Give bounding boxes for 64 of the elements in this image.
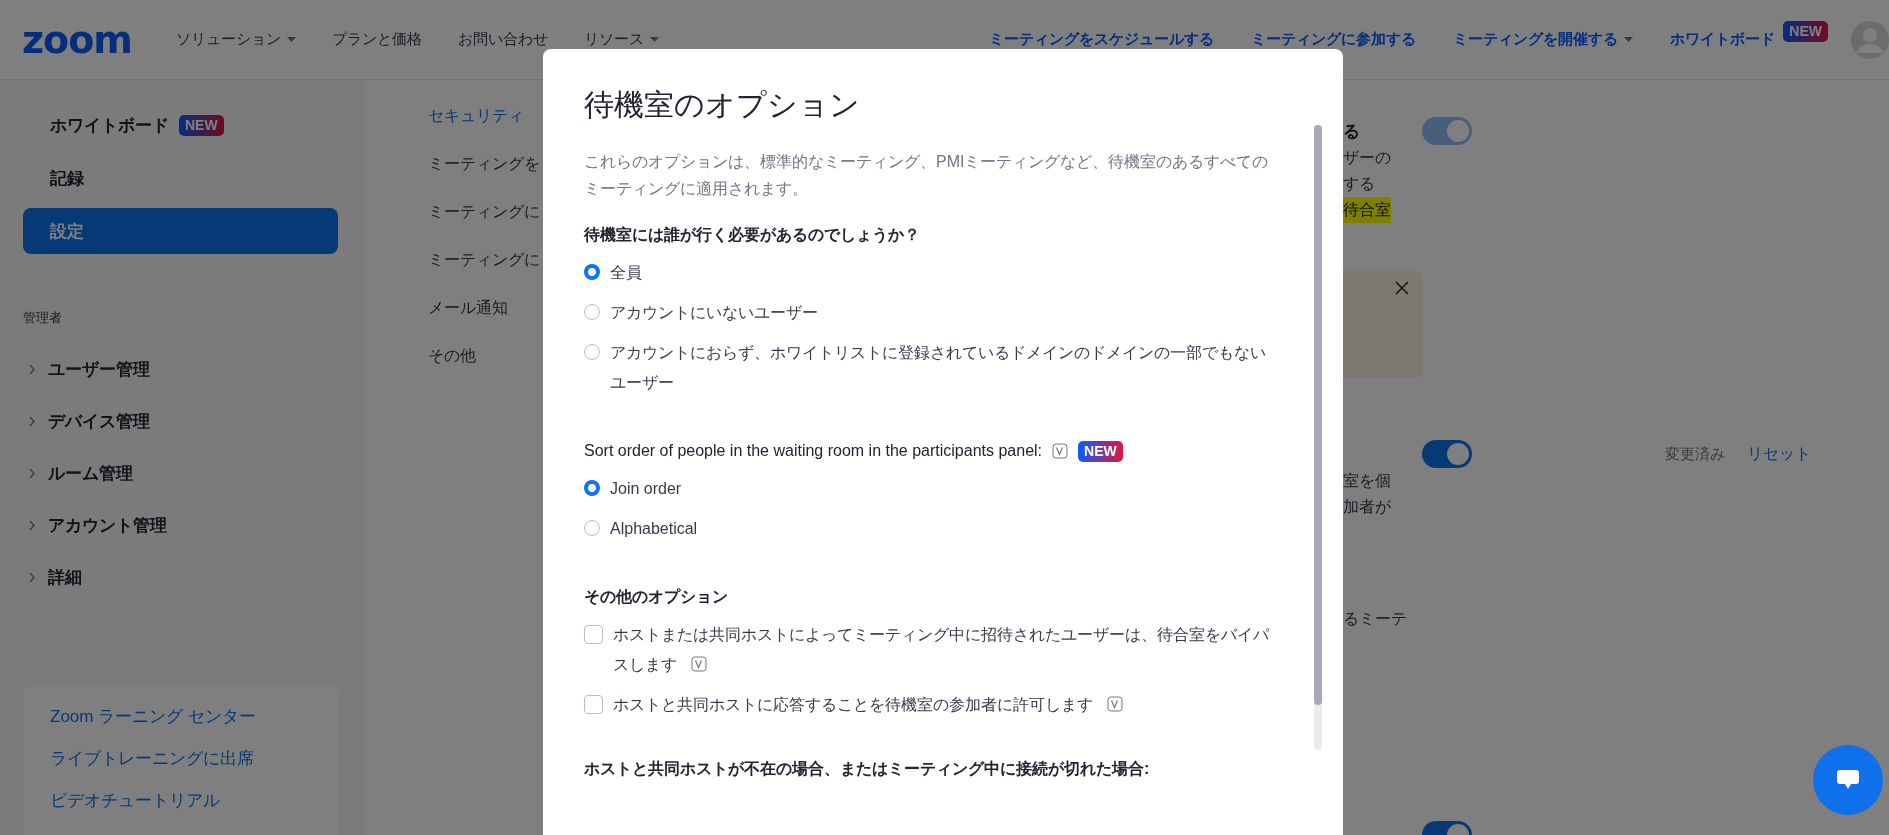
checkbox-option[interactable]: ホストまたは共同ホストによってミーティング中に招待されたユーザーは、待合室をバイパスします — [584, 620, 1271, 680]
settings-nav-link[interactable]: ミーティングを — [428, 154, 543, 174]
setting-description: する — [1343, 174, 1376, 194]
caret-icon — [286, 37, 296, 42]
option-heading: ホストと共同ホストが不在の場合、またはミーティング中に接続が切れた場合: — [584, 759, 1150, 779]
sidebar-item[interactable]: 記録 — [23, 155, 338, 201]
sidebar-item[interactable]: ホワイトボード NEW — [23, 102, 338, 148]
nav-menu-item[interactable]: プランと価格 — [331, 30, 422, 49]
nav-action-link[interactable]: ミーティングをスケジュールする — [989, 30, 1215, 49]
option-heading: 待機室には誰が行く必要があるのでしょうか？ — [584, 225, 920, 246]
radio-option[interactable]: Alphabetical — [584, 514, 698, 544]
radio-option[interactable]: Join order — [584, 474, 682, 504]
sidebar-group[interactable]: ルーム管理 — [23, 450, 338, 496]
settings-nav-link[interactable]: セキュリティ — [428, 106, 543, 126]
zoom-logo[interactable]: zoom — [22, 17, 132, 62]
status-text: 変更済み — [1665, 444, 1725, 464]
highlighted-text: 待合室 — [1343, 197, 1391, 223]
sidebar-item[interactable]: 設定 — [23, 208, 338, 254]
nav-action-link[interactable]: ミーティングを開催する — [1453, 30, 1634, 49]
caret-icon — [1624, 37, 1634, 42]
nav-action-link[interactable]: ホワイトボード — [1670, 30, 1776, 49]
chevron-icon — [29, 363, 36, 375]
help-link[interactable]: ライブトレーニングに出席 — [50, 747, 338, 770]
new-badge: NEW — [1078, 440, 1123, 462]
dialog-description: これらのオプションは、標準的なミーティング、PMIミーティングなど、待機室のあるすべてのミーティングに適用されます。 — [584, 152, 1270, 199]
settings-nav-link[interactable]: ミーティングに — [428, 250, 543, 270]
chat-icon — [1836, 769, 1860, 791]
setting-title: る — [1343, 120, 1361, 143]
setting-description: 加者が — [1343, 497, 1392, 517]
chevron-icon — [29, 571, 36, 583]
setting-description: ザーの — [1343, 148, 1392, 168]
radio-option[interactable]: アカウントにおらず、ホワイトリストに登録されているドメインのドメインの一部でもないユーザー — [584, 338, 1271, 398]
radio-option[interactable]: アカウントにいないユーザー — [584, 298, 818, 328]
new-badge: NEW — [179, 114, 224, 136]
help-link[interactable]: ビデオチュートリアル — [50, 789, 338, 812]
settings-nav-link[interactable]: ミーティングに — [428, 202, 543, 222]
sidebar-group[interactable]: ユーザー管理 — [23, 346, 338, 392]
sidebar-group[interactable]: アカウント管理 — [23, 502, 338, 548]
nav-menu-item[interactable]: リソース — [583, 30, 659, 49]
scrollbar[interactable] — [1314, 125, 1322, 750]
section-label: 管理者 — [23, 309, 63, 327]
sidebar-group[interactable]: デバイス管理 — [23, 398, 338, 444]
chevron-icon — [29, 467, 36, 479]
settings-nav-link[interactable]: メール通知 — [428, 298, 543, 318]
nav-action-link[interactable]: ミーティングに参加する — [1251, 30, 1417, 49]
caret-icon — [649, 37, 659, 42]
sidebar-group[interactable]: 詳細 — [23, 554, 338, 600]
help-link[interactable]: Zoom ラーニング センター — [50, 705, 338, 728]
close-icon[interactable] — [1395, 281, 1409, 295]
chevron-icon — [29, 415, 36, 427]
dialog-title: 待機室のオプション — [584, 87, 861, 123]
setting-description: るミーテ — [1343, 609, 1408, 629]
toggle-switch[interactable] — [1422, 440, 1472, 468]
nav-menu-item[interactable]: お問い合わせ — [457, 30, 548, 49]
checkbox-option[interactable]: ホストと共同ホストに応答することを待機室の参加者に許可します — [584, 690, 1123, 720]
option-heading: その他のオプション — [584, 587, 728, 607]
chevron-icon — [29, 519, 36, 531]
reset-link[interactable]: リセット — [1747, 443, 1811, 465]
setting-description: 室を個 — [1343, 471, 1392, 491]
new-badge: NEW — [1783, 21, 1828, 42]
nav-menu-item[interactable]: ソリューション — [175, 30, 296, 49]
radio-option[interactable]: 全員 — [584, 258, 642, 288]
option-heading: Sort order of people in the waiting room in the participants panel: — [584, 441, 1043, 461]
settings-nav-link[interactable]: その他 — [428, 346, 543, 366]
